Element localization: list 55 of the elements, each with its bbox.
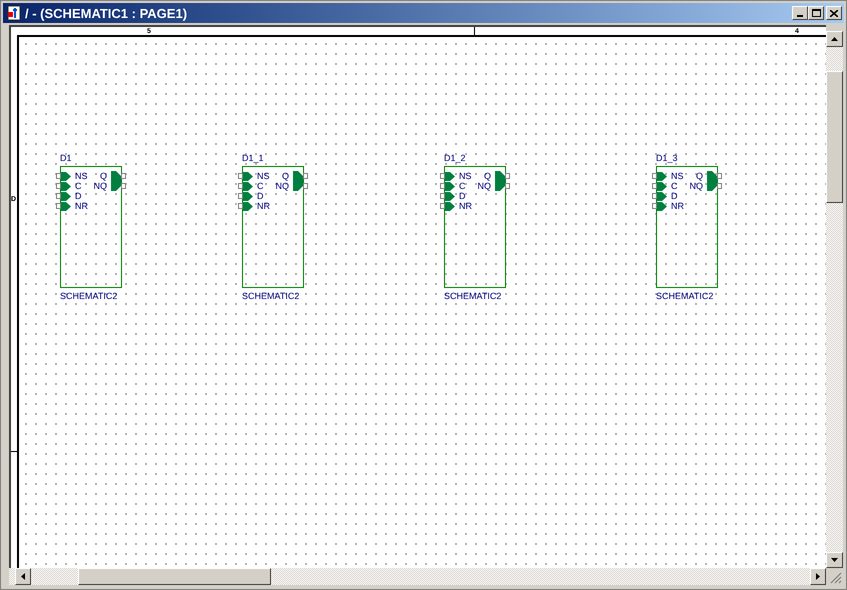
- scroll-right-button[interactable]: [810, 568, 826, 585]
- scroll-thumb[interactable]: [78, 568, 271, 585]
- pin-label: NQ: [276, 182, 289, 191]
- up-arrow-icon: [831, 37, 838, 41]
- part-reference: D1_3: [656, 153, 679, 164]
- minimize-button[interactable]: [792, 6, 808, 20]
- maximize-button[interactable]: [808, 6, 824, 20]
- down-arrow-icon: [831, 558, 838, 562]
- close-icon: [830, 10, 838, 16]
- output-pin-icon: [111, 171, 121, 191]
- output-pin-icon: [293, 171, 303, 191]
- close-button[interactable]: [826, 6, 842, 20]
- part-name: SCHEMATIC2: [444, 291, 502, 302]
- pin-label: NQ: [478, 182, 491, 191]
- part-name: SCHEMATIC2: [242, 291, 300, 302]
- part-name: SCHEMATIC2: [60, 291, 118, 302]
- window-title: / - (SCHEMATIC1 : PAGE1): [25, 6, 188, 20]
- pin-label: C: [459, 182, 466, 191]
- pin-label: C: [257, 182, 264, 191]
- scroll-left-button[interactable]: [15, 568, 31, 585]
- pin-label: NS: [75, 172, 88, 181]
- pin-label: NS: [257, 172, 270, 181]
- horizontal-scrollbar[interactable]: [9, 568, 826, 585]
- part-name: SCHEMATIC2: [656, 291, 714, 302]
- output-pin-icon: [495, 171, 505, 191]
- output-pin-icon: [707, 171, 717, 191]
- left-arrow-icon: [21, 573, 25, 580]
- pin-label: Q: [282, 172, 289, 181]
- pin-label: NR: [459, 202, 472, 211]
- pin-label: C: [671, 182, 678, 191]
- pin-label: NQ: [94, 182, 107, 191]
- pin-label: NS: [671, 172, 684, 181]
- pin-label: NS: [459, 172, 472, 181]
- scroll-up-button[interactable]: [826, 31, 843, 47]
- pin-label: D: [257, 192, 264, 201]
- pin-label: NR: [75, 202, 88, 211]
- pin-label: Q: [100, 172, 107, 181]
- pin-label: NR: [257, 202, 270, 211]
- part-reference: D1_2: [444, 153, 467, 164]
- pin-label: Q: [484, 172, 491, 181]
- right-arrow-icon: [816, 573, 820, 580]
- size-grip-icon[interactable]: [830, 572, 842, 584]
- app-icon: [7, 5, 21, 21]
- pin-label: NQ: [690, 182, 703, 191]
- pin-label: D: [671, 192, 678, 201]
- pin-label: NR: [671, 202, 684, 211]
- scroll-thumb[interactable]: [826, 71, 843, 203]
- pin-label: Q: [696, 172, 703, 181]
- vertical-scrollbar[interactable]: [826, 31, 843, 568]
- pin-label: D: [459, 192, 466, 201]
- part-reference: D1: [60, 153, 73, 164]
- pin-label: D: [75, 192, 82, 201]
- part-reference: D1_1: [242, 153, 265, 164]
- pin-label: C: [75, 182, 82, 191]
- scroll-down-button[interactable]: [826, 552, 843, 568]
